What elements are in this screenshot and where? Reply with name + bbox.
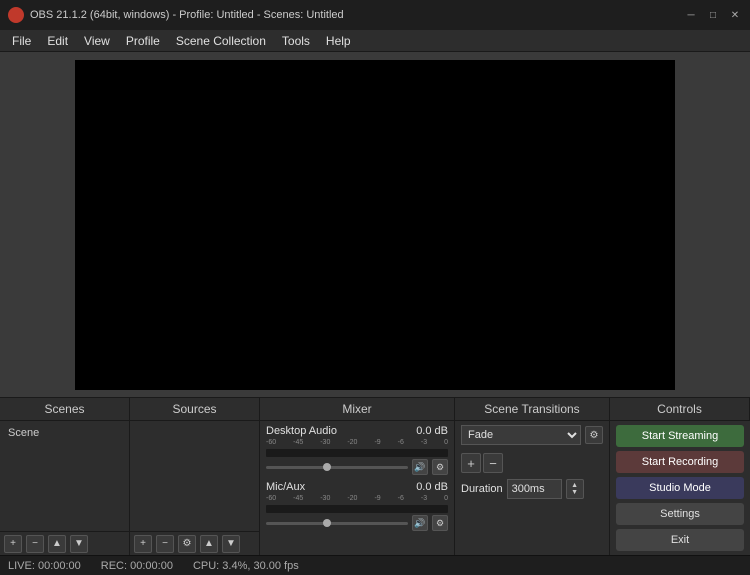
scenes-panel: Scene + − ▲ ▼ — [0, 421, 130, 555]
live-status: LIVE: 00:00:00 — [8, 560, 81, 572]
duration-label: Duration — [461, 483, 503, 495]
mic-aux-controls: 🔊 ⚙ — [266, 515, 448, 531]
minimize-button[interactable]: ─ — [684, 8, 698, 22]
desktop-audio-controls: 🔊 ⚙ — [266, 459, 448, 475]
window-title: OBS 21.1.2 (64bit, windows) - Profile: U… — [30, 9, 684, 21]
add-source-button[interactable]: + — [134, 535, 152, 553]
preview-canvas — [75, 60, 675, 390]
desktop-audio-channel: Desktop Audio 0.0 dB -60-45-30-20-9-6-30… — [266, 425, 448, 475]
mic-aux-handle[interactable] — [323, 519, 331, 527]
mixer-header: Mixer — [260, 398, 455, 420]
sources-panel: + − ⚙ ▲ ▼ — [130, 421, 260, 555]
desktop-audio-handle[interactable] — [323, 463, 331, 471]
transitions-panel: Fade ⚙ + − Duration ▲ ▼ — [455, 421, 610, 555]
move-source-down-button[interactable]: ▼ — [222, 535, 240, 553]
start-streaming-button[interactable]: Start Streaming — [616, 425, 744, 447]
mixer-panel: Desktop Audio 0.0 dB -60-45-30-20-9-6-30… — [260, 421, 455, 555]
duration-row: Duration ▲ ▼ — [461, 479, 603, 499]
desktop-audio-ticks: -60-45-30-20-9-6-30 — [266, 439, 448, 446]
duration-down-icon: ▼ — [571, 489, 578, 496]
sources-header: Sources — [130, 398, 260, 420]
panels: Scene + − ▲ ▼ + − ⚙ ▲ ▼ Desktop Audio 0.… — [0, 421, 750, 555]
preview-container — [0, 52, 750, 397]
remove-scene-button[interactable]: − — [26, 535, 44, 553]
desktop-audio-header: Desktop Audio 0.0 dB — [266, 425, 448, 437]
mic-aux-mute[interactable]: 🔊 — [412, 515, 428, 531]
duration-spinner[interactable]: ▲ ▼ — [566, 479, 584, 499]
remove-source-button[interactable]: − — [156, 535, 174, 553]
menu-item-file[interactable]: File — [4, 30, 39, 51]
status-bar: LIVE: 00:00:00 REC: 00:00:00 CPU: 3.4%, … — [0, 555, 750, 575]
scene-item[interactable]: Scene — [4, 425, 125, 441]
move-scene-up-button[interactable]: ▲ — [48, 535, 66, 553]
duration-input[interactable] — [507, 479, 562, 499]
desktop-audio-slider[interactable] — [266, 466, 408, 469]
desktop-audio-label: Desktop Audio — [266, 425, 337, 437]
desktop-audio-db: 0.0 dB — [416, 425, 448, 437]
scenes-header: Scenes — [0, 398, 130, 420]
mic-aux-ticks: -60-45-30-20-9-6-30 — [266, 495, 448, 502]
desktop-audio-mute[interactable]: 🔊 — [412, 459, 428, 475]
mic-aux-settings[interactable]: ⚙ — [432, 515, 448, 531]
duration-up-icon: ▲ — [571, 482, 578, 489]
maximize-button[interactable]: □ — [706, 8, 720, 22]
sources-list — [130, 421, 259, 531]
transitions-header: Scene Transitions — [455, 398, 610, 420]
sources-toolbar: + − ⚙ ▲ ▼ — [130, 531, 259, 555]
studio-mode-button[interactable]: Studio Mode — [616, 477, 744, 499]
transition-settings-button[interactable]: ⚙ — [585, 426, 603, 444]
menu-bar: FileEditViewProfileScene CollectionTools… — [0, 30, 750, 52]
desktop-audio-settings[interactable]: ⚙ — [432, 459, 448, 475]
obs-logo — [8, 7, 24, 23]
start-recording-button[interactable]: Start Recording — [616, 451, 744, 473]
panel-headers: Scenes Sources Mixer Scene Transitions C… — [0, 397, 750, 421]
close-button[interactable]: ✕ — [728, 8, 742, 22]
add-scene-button[interactable]: + — [4, 535, 22, 553]
source-settings-button[interactable]: ⚙ — [178, 535, 196, 553]
menu-item-tools[interactable]: Tools — [274, 30, 318, 51]
menu-item-help[interactable]: Help — [318, 30, 359, 51]
remove-transition-button[interactable]: − — [483, 453, 503, 473]
add-transition-button[interactable]: + — [461, 453, 481, 473]
scenes-toolbar: + − ▲ ▼ — [0, 531, 129, 555]
menu-item-view[interactable]: View — [76, 30, 118, 51]
title-bar: OBS 21.1.2 (64bit, windows) - Profile: U… — [0, 0, 750, 30]
controls-panel: Start Streaming Start Recording Studio M… — [610, 421, 750, 555]
window-controls: ─ □ ✕ — [684, 8, 742, 22]
mic-aux-level — [266, 505, 448, 513]
mic-aux-db: 0.0 dB — [416, 481, 448, 493]
mic-aux-label: Mic/Aux — [266, 481, 305, 493]
mic-aux-header: Mic/Aux 0.0 dB — [266, 481, 448, 493]
menu-item-profile[interactable]: Profile — [118, 30, 168, 51]
desktop-audio-level — [266, 449, 448, 457]
menu-item-scene-collection[interactable]: Scene Collection — [168, 30, 274, 51]
transition-add-remove: + − — [461, 453, 603, 473]
move-scene-down-button[interactable]: ▼ — [70, 535, 88, 553]
mic-aux-channel: Mic/Aux 0.0 dB -60-45-30-20-9-6-30 🔊 ⚙ — [266, 481, 448, 531]
controls-header: Controls — [610, 398, 750, 420]
mic-aux-slider[interactable] — [266, 522, 408, 525]
transition-type-select[interactable]: Fade — [461, 425, 581, 445]
move-source-up-button[interactable]: ▲ — [200, 535, 218, 553]
cpu-status: CPU: 3.4%, 30.00 fps — [193, 560, 299, 572]
exit-button[interactable]: Exit — [616, 529, 744, 551]
settings-button[interactable]: Settings — [616, 503, 744, 525]
menu-item-edit[interactable]: Edit — [39, 30, 76, 51]
rec-status: REC: 00:00:00 — [101, 560, 173, 572]
transition-select-row: Fade ⚙ — [461, 425, 603, 445]
scenes-list: Scene — [0, 421, 129, 531]
